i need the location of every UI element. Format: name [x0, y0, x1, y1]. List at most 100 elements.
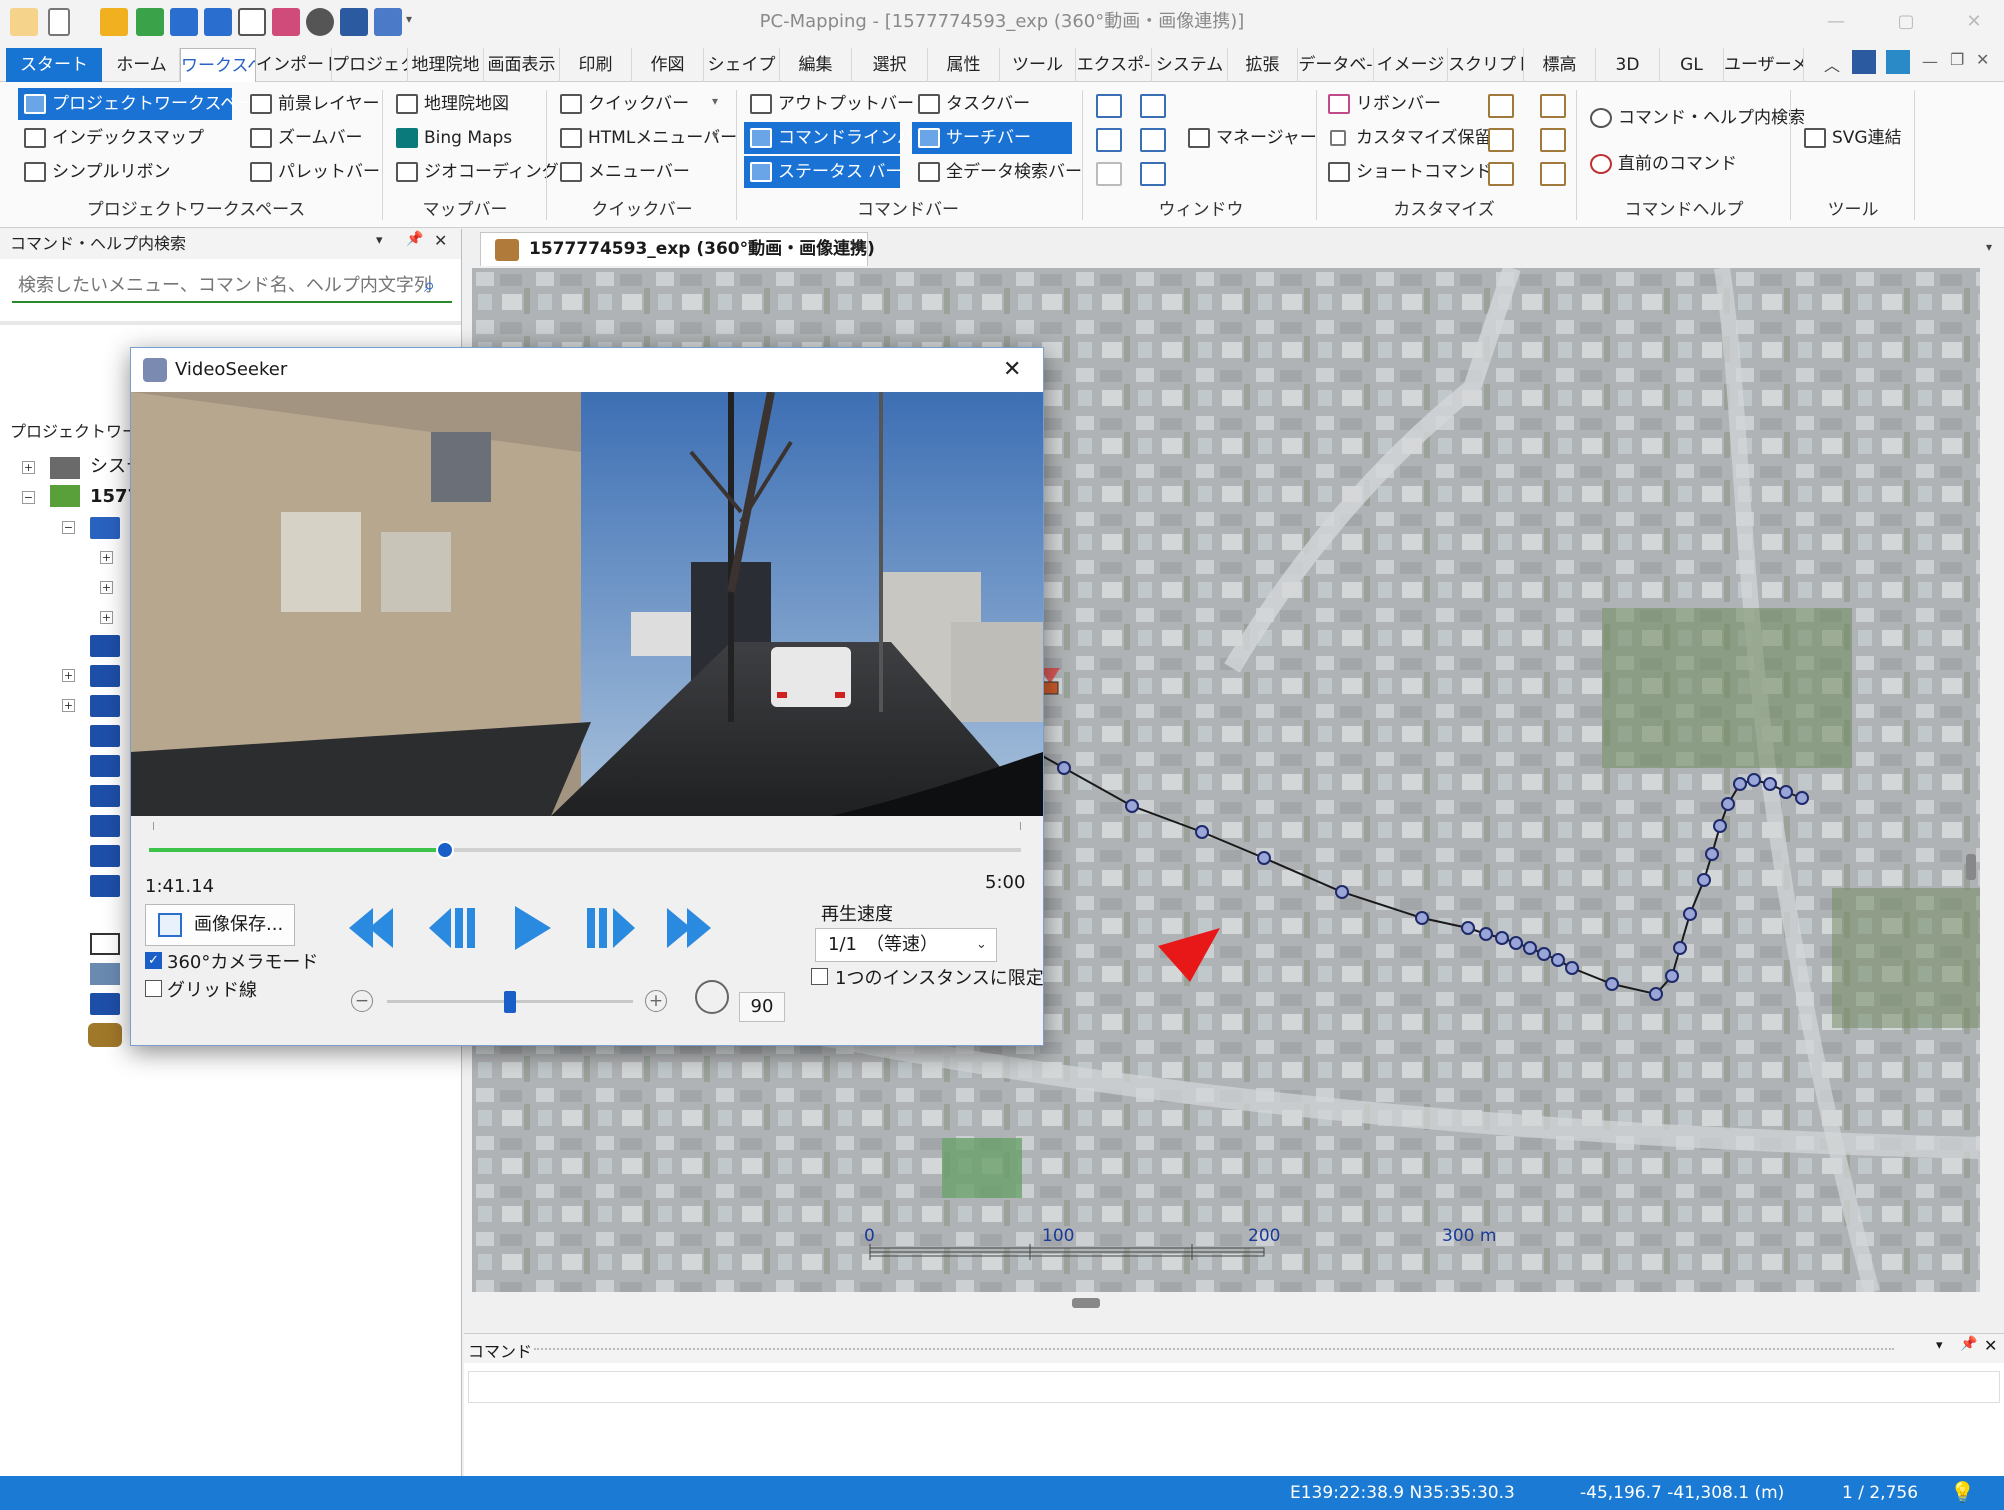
play-button[interactable] — [499, 900, 563, 956]
track-point-icon[interactable] — [1565, 961, 1579, 975]
copy-icon[interactable] — [238, 8, 266, 36]
window-columns-icon[interactable] — [1140, 162, 1166, 186]
track-point-icon[interactable] — [1523, 941, 1537, 955]
qat-dropdown-icon[interactable]: ▾ — [406, 12, 412, 26]
camera-mode-checkbox[interactable]: ✓ — [145, 952, 162, 969]
track-point-icon[interactable] — [1779, 785, 1793, 799]
customize-tool-2-icon[interactable] — [1540, 94, 1566, 118]
zoom-out-icon[interactable]: − — [351, 990, 373, 1012]
manager-button[interactable]: マネージャー — [1182, 122, 1317, 154]
track-point-icon[interactable] — [1605, 977, 1619, 991]
track-point-icon[interactable] — [1335, 885, 1349, 899]
pin-icon[interactable]: 📌 — [1960, 1336, 1977, 1352]
tree-expand-icon[interactable]: + — [22, 461, 35, 474]
track-point-icon[interactable] — [1551, 953, 1565, 967]
mdi-close-icon[interactable]: ✕ — [1976, 50, 1989, 69]
gsi-map-button[interactable]: 地理院地図 — [390, 88, 540, 120]
palette-bar-button[interactable]: パレットバー — [244, 156, 380, 188]
videoseeker-close-icon[interactable]: ✕ — [1003, 348, 1021, 392]
tab-list-dropdown-icon[interactable]: ▾ — [1986, 240, 1992, 254]
document-tab-close-icon[interactable]: ✕ — [848, 236, 861, 255]
image-tool-icon[interactable] — [374, 8, 402, 36]
index-map-button[interactable]: インデックスマップ — [18, 122, 232, 154]
tab-attribute[interactable]: 属性 — [928, 48, 1000, 82]
gear-icon[interactable] — [306, 8, 334, 36]
bing-maps-button[interactable]: Bing Maps — [390, 122, 540, 154]
zoom-slider-thumb[interactable] — [504, 991, 516, 1013]
download-icon[interactable] — [204, 8, 232, 36]
simple-ribbon-button[interactable]: シンプルリボン — [18, 156, 232, 188]
document-tab[interactable]: 1577774593_exp (360°動画・画像連携) — [480, 232, 875, 266]
minimize-button[interactable]: — — [1806, 0, 1866, 44]
track-point-icon[interactable] — [1509, 936, 1523, 950]
rotation-dial-icon[interactable] — [695, 980, 729, 1014]
customize-tool-4-icon[interactable] — [1540, 128, 1566, 152]
tab-extension[interactable]: 拡張 — [1228, 48, 1298, 82]
quick-bar-dropdown-icon[interactable]: ▾ — [712, 94, 718, 108]
customize-tool-5-icon[interactable] — [1488, 162, 1514, 186]
tab-start[interactable]: スタート — [6, 48, 102, 82]
search-bar-button[interactable]: サーチバー — [912, 122, 1072, 154]
step-forward-button[interactable] — [579, 900, 643, 956]
status-bar-button[interactable]: ステータス バー — [744, 156, 902, 188]
videoseeker-titlebar[interactable]: VideoSeeker ✕ — [131, 348, 1043, 392]
tab-database[interactable]: データベ- — [1298, 48, 1374, 82]
save-image-button[interactable]: 画像保存... — [145, 904, 295, 946]
tab-system[interactable]: システム — [1152, 48, 1228, 82]
window-tile-h-icon[interactable] — [1096, 128, 1122, 152]
track-point-icon[interactable] — [1763, 777, 1777, 791]
foreground-layer-button[interactable]: 前景レイヤー — [244, 88, 380, 120]
track-point-icon[interactable] — [1795, 791, 1809, 805]
track-point-icon[interactable] — [1461, 921, 1475, 935]
customize-tool-3-icon[interactable] — [1488, 128, 1514, 152]
table-icon[interactable] — [272, 8, 300, 36]
lightbulb-icon[interactable]: 💡 — [1950, 1480, 1975, 1504]
horizontal-scroll-thumb[interactable] — [1072, 1298, 1100, 1308]
tab-script[interactable]: スクリプト — [1448, 48, 1524, 82]
tab-display[interactable]: 画面表示 — [484, 48, 560, 82]
tree-expand-icon[interactable]: + — [62, 669, 75, 682]
project-workspace-button[interactable]: プロジェクトワークスペース — [18, 88, 270, 120]
progress-track[interactable] — [149, 841, 1021, 859]
ribbon-bar-button[interactable]: リボンバー — [1322, 88, 1476, 120]
excel-icon[interactable] — [136, 8, 164, 36]
svg-concat-button[interactable]: SVG連結 — [1798, 122, 1928, 154]
track-point-icon[interactable] — [1697, 873, 1711, 887]
track-point-icon[interactable] — [1537, 947, 1551, 961]
maximize-button[interactable]: ▢ — [1876, 0, 1936, 44]
track-point-icon[interactable] — [1057, 761, 1071, 775]
rewind-button[interactable] — [343, 900, 407, 956]
quick-bar-button[interactable]: クイックバー — [554, 88, 730, 120]
track-point-icon[interactable] — [1665, 969, 1679, 983]
single-instance-checkbox[interactable] — [811, 968, 828, 985]
tab-image[interactable]: イメージ — [1374, 48, 1448, 82]
window-tile-v-icon[interactable] — [1140, 128, 1166, 152]
track-point-icon[interactable] — [1733, 777, 1747, 791]
html-menu-bar-button[interactable]: HTMLメニューバー — [554, 122, 737, 154]
new-file-icon[interactable] — [48, 8, 70, 36]
tab-user-menu[interactable]: ユーザーメ — [1724, 48, 1804, 82]
import-icon[interactable] — [170, 8, 198, 36]
tab-elevation[interactable]: 標高 — [1524, 48, 1596, 82]
short-command-button[interactable]: ショートコマンド — [1322, 156, 1492, 188]
track-point-icon[interactable] — [1415, 911, 1429, 925]
video-frame[interactable] — [131, 392, 1043, 816]
tab-edit[interactable]: 編集 — [780, 48, 852, 82]
tree-expand-icon[interactable]: + — [100, 581, 113, 594]
track-point-icon[interactable] — [1705, 847, 1719, 861]
tab-select[interactable]: 選択 — [852, 48, 928, 82]
fast-forward-button[interactable] — [657, 900, 721, 956]
menu-bar-button[interactable]: メニューバー — [554, 156, 730, 188]
track-point-icon[interactable] — [1713, 819, 1727, 833]
track-point-icon[interactable] — [1125, 799, 1139, 813]
tab-draw[interactable]: 作図 — [632, 48, 704, 82]
pane-close-icon[interactable]: ✕ — [434, 231, 447, 250]
tab-tools[interactable]: ツール — [1000, 48, 1076, 82]
tab-print[interactable]: 印刷 — [560, 48, 632, 82]
pane-menu-icon[interactable]: ▾ — [376, 233, 383, 248]
tab-3d[interactable]: 3D — [1596, 48, 1660, 82]
progress-thumb[interactable] — [436, 841, 455, 859]
pin-icon[interactable]: 📌 — [406, 231, 423, 247]
pane-menu-icon[interactable]: ▾ — [1936, 1338, 1943, 1353]
track-point-icon[interactable] — [1257, 851, 1271, 865]
